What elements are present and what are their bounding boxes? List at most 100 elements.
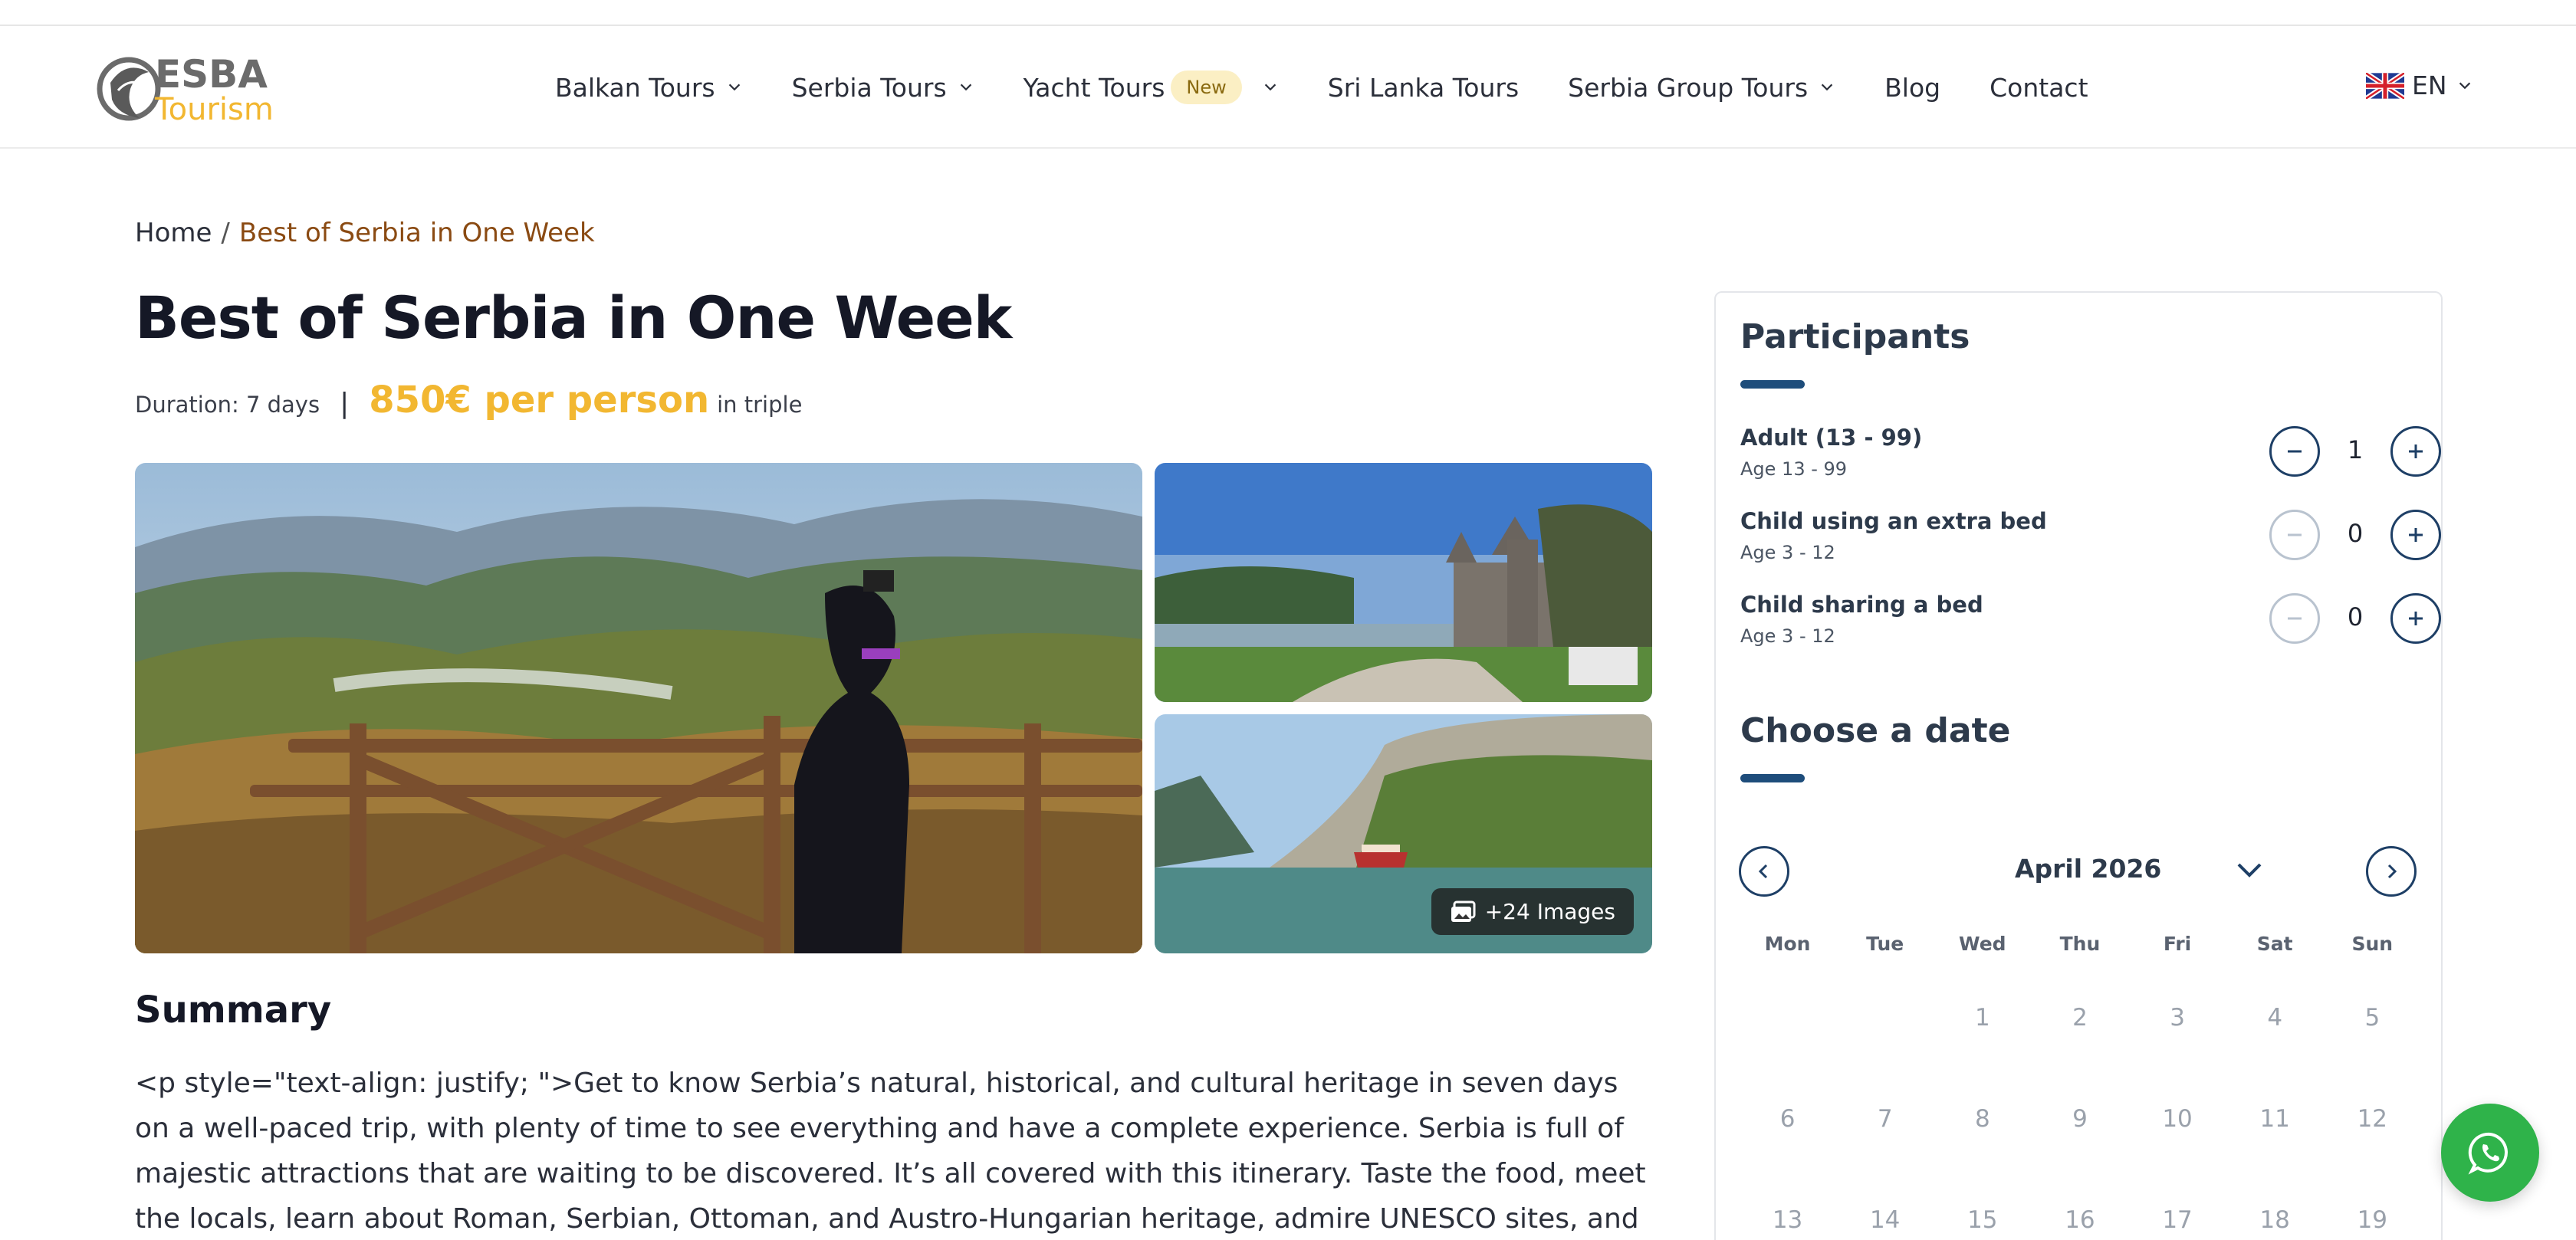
- participant-age: Age 13 - 99: [1740, 458, 1848, 480]
- breadcrumb-current: Best of Serbia in One Week: [238, 218, 595, 248]
- participant-name: Child sharing a bed: [1740, 592, 1983, 618]
- plus-icon: [2409, 612, 2423, 625]
- nav-serbia-group-tours[interactable]: Serbia Group Tours: [1568, 73, 1835, 103]
- view-more-images-button[interactable]: +24 Images: [1431, 888, 1634, 935]
- calendar-day[interactable]: 19: [2324, 1169, 2421, 1240]
- quantity-stepper: 1: [2269, 426, 2441, 477]
- nav-sri-lanka-tours[interactable]: Sri Lanka Tours: [1328, 73, 1519, 103]
- calendar-month: April 2026: [2015, 854, 2162, 884]
- more-images-label: +24 Images: [1484, 899, 1615, 924]
- gallery-river-photo[interactable]: +24 Images: [1155, 714, 1652, 953]
- decrement-button[interactable]: [2269, 510, 2320, 560]
- nav-label: Yacht Tours: [1023, 72, 1165, 103]
- heading-underline: [1740, 380, 1805, 389]
- calendar-next-button[interactable]: [2366, 846, 2417, 897]
- esba-tourism-logo[interactable]: ESBA Tourism: [95, 44, 294, 133]
- increment-button[interactable]: [2390, 510, 2441, 560]
- quantity-stepper: 0: [2269, 510, 2441, 560]
- chevron-down-icon: [1264, 84, 1276, 91]
- uk-flag-icon: [2366, 72, 2404, 99]
- calendar-day[interactable]: 11: [2226, 1068, 2324, 1169]
- calendar-day[interactable]: 2: [2031, 967, 2128, 1068]
- heading-underline: [1740, 774, 1805, 782]
- nav-blog[interactable]: Blog: [1884, 73, 1940, 103]
- calendar-day[interactable]: 3: [2129, 967, 2226, 1068]
- whatsapp-chat-button[interactable]: [2441, 1104, 2539, 1202]
- calendar-day[interactable]: 4: [2226, 967, 2324, 1068]
- chevron-right-icon: [2387, 864, 2397, 879]
- weekday-label: Wed: [1959, 933, 2006, 955]
- decrement-button[interactable]: [2269, 593, 2320, 644]
- chevron-left-icon: [1758, 864, 1768, 879]
- choose-date-heading: Choose a date: [1740, 711, 2011, 750]
- quantity-stepper: 0: [2269, 593, 2441, 644]
- minus-icon: [2288, 617, 2302, 620]
- weekday-label: Mon: [1764, 933, 1811, 955]
- calendar-day[interactable]: 18: [2226, 1169, 2324, 1240]
- tour-duration: Duration: 7 days: [135, 392, 320, 418]
- participant-row-adult: Adult (13 - 99) Age 13 - 99 1: [1740, 425, 2441, 494]
- nav-contact[interactable]: Contact: [1990, 73, 2088, 103]
- participants-heading: Participants: [1740, 317, 1970, 356]
- tour-meta: Duration: 7 days | 850€ per person in tr…: [135, 379, 802, 425]
- calendar-day[interactable]: 9: [2031, 1068, 2128, 1169]
- nav-yacht-tours[interactable]: Yacht Tours New: [1024, 71, 1279, 104]
- calendar-prev-button[interactable]: [1739, 846, 1789, 897]
- image-stack-icon: [1451, 900, 1476, 922]
- site-header: ESBA Tourism Balkan Tours Serbia Tours Y…: [0, 26, 2576, 149]
- quantity-value: 0: [2347, 519, 2364, 548]
- participant-row-child-sharing-bed: Child sharing a bed Age 3 - 12 0: [1740, 592, 2441, 661]
- weekday-label: Thu: [2059, 933, 2101, 955]
- calendar-day[interactable]: 7: [1836, 1068, 1934, 1169]
- participant-name: Child using an extra bed: [1740, 508, 2047, 534]
- calendar-day[interactable]: 16: [2031, 1169, 2128, 1240]
- breadcrumb-home[interactable]: Home: [135, 218, 212, 248]
- svg-text:Tourism: Tourism: [154, 92, 274, 127]
- calendar-day[interactable]: 13: [1739, 1169, 1836, 1240]
- gallery-fortress-photo[interactable]: [1155, 463, 1652, 702]
- golubac-fortress-photo: [1155, 463, 1652, 702]
- nav-label: Sri Lanka Tours: [1327, 72, 1520, 103]
- participant-age: Age 3 - 12: [1740, 625, 1835, 647]
- calendar-day[interactable]: 10: [2129, 1068, 2226, 1169]
- calendar-day[interactable]: 17: [2129, 1169, 2226, 1240]
- tour-price: 850€ per person: [369, 379, 710, 422]
- increment-button[interactable]: [2390, 593, 2441, 644]
- nav-label: Balkan Tours: [555, 72, 715, 103]
- nav-label: Contact: [1990, 72, 2088, 103]
- calendar-day-empty: [1836, 967, 1934, 1068]
- chevron-down-icon: [728, 84, 740, 91]
- quantity-value: 1: [2347, 435, 2364, 464]
- increment-button[interactable]: [2390, 426, 2441, 477]
- weekday-label: Tue: [1866, 933, 1904, 955]
- language-label: EN: [2412, 71, 2447, 100]
- gallery-main-photo[interactable]: [135, 463, 1142, 953]
- calendar-day[interactable]: 5: [2324, 967, 2421, 1068]
- weekday-label: Fri: [2163, 933, 2192, 955]
- calendar-day[interactable]: 15: [1934, 1169, 2031, 1240]
- calendar-day[interactable]: 8: [1934, 1068, 2031, 1169]
- participant-row-child-extra-bed: Child using an extra bed Age 3 - 12 0: [1740, 508, 2441, 577]
- chevron-down-icon: [2459, 82, 2470, 89]
- meta-divider: |: [340, 388, 350, 419]
- nav-label: Serbia Tours: [791, 72, 947, 103]
- nav-balkan-tours[interactable]: Balkan Tours: [555, 73, 743, 103]
- quantity-value: 0: [2347, 602, 2364, 631]
- plus-icon: [2409, 444, 2423, 458]
- language-selector[interactable]: EN: [2366, 71, 2473, 100]
- calendar-day-empty: [1739, 967, 1836, 1068]
- decrement-button[interactable]: [2269, 426, 2320, 477]
- month-dropdown-chevron-icon[interactable]: [2234, 857, 2265, 884]
- calendar-grid: Mon Tue Wed Thu Fri Sat Sun 1 2 3 4 5 6 …: [1739, 921, 2421, 1240]
- whatsapp-icon: [2468, 1132, 2508, 1175]
- main-nav: Balkan Tours Serbia Tours Yacht Tours Ne…: [555, 26, 2137, 149]
- calendar-day[interactable]: 12: [2324, 1068, 2421, 1169]
- weekday-label: Sat: [2256, 933, 2293, 955]
- weekday-label: Sun: [2351, 933, 2394, 955]
- minus-icon: [2288, 450, 2302, 453]
- calendar-day[interactable]: 6: [1739, 1068, 1836, 1169]
- calendar-day[interactable]: 14: [1836, 1169, 1934, 1240]
- participant-name: Adult (13 - 99): [1740, 425, 1923, 451]
- nav-serbia-tours[interactable]: Serbia Tours: [792, 73, 974, 103]
- calendar-day[interactable]: 1: [1934, 967, 2031, 1068]
